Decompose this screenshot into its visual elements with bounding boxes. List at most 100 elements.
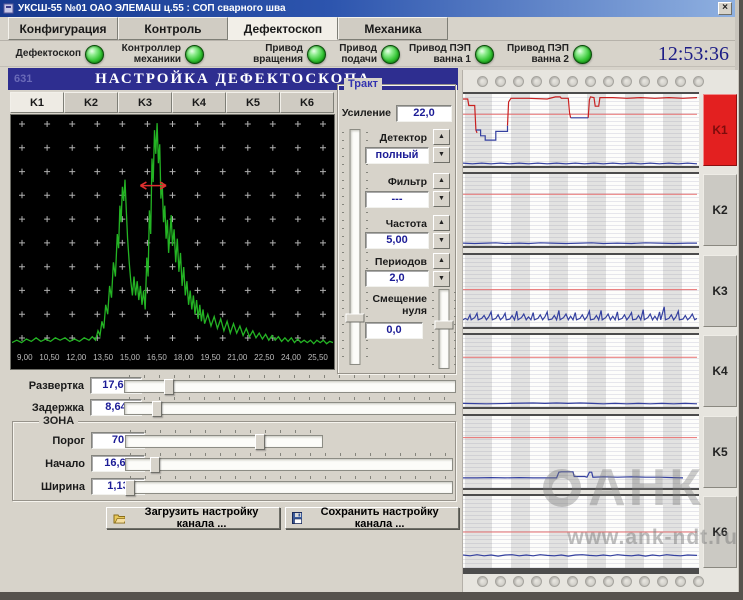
channel-tab-k4[interactable]: K4 xyxy=(172,92,226,113)
detektor-label: Детектор xyxy=(348,132,427,144)
channel-label-k5[interactable]: K5 xyxy=(703,416,737,488)
chastota-spinner: ▲ ▼ xyxy=(433,215,450,249)
perforation-hole xyxy=(621,76,632,87)
tab-defektoskop[interactable]: Дефектоскоп xyxy=(228,17,338,40)
perforation-hole xyxy=(495,576,506,587)
ascan-axis-label: 21,00 xyxy=(227,353,247,367)
tab-kontrol[interactable]: Контроль xyxy=(118,17,228,40)
ascan-axis-label: 15,00 xyxy=(120,353,140,367)
perforation-hole xyxy=(675,76,686,87)
nachalo-slider-thumb[interactable] xyxy=(150,457,160,473)
razvertka-slider[interactable] xyxy=(124,375,456,396)
filtr-label: Фильтр xyxy=(348,176,427,188)
spin-down-icon[interactable]: ▼ xyxy=(433,233,450,249)
strip-k4 xyxy=(463,333,699,409)
channel-tab-k2[interactable]: K2 xyxy=(64,92,118,113)
shirina-slider[interactable] xyxy=(125,476,453,497)
status-led-icon xyxy=(573,45,592,64)
perforation-hole xyxy=(477,576,488,587)
open-folder-icon xyxy=(113,513,125,524)
smeshenie-slider-thumb[interactable] xyxy=(435,321,454,330)
chastota-label: Частота xyxy=(348,218,427,230)
spin-up-icon[interactable]: ▲ xyxy=(433,253,450,269)
perforation-hole xyxy=(549,76,560,87)
channel-tab-k3[interactable]: K3 xyxy=(118,92,172,113)
tab-konfiguracija[interactable]: Конфигурация xyxy=(8,17,118,40)
strip-k5 xyxy=(463,414,699,490)
defectoscope-settings-panel: 631 НАСТРОЙКА ДЕФЕКТОСКОПА K1 K2 K3 K4 K… xyxy=(8,68,458,536)
channel-label-k2[interactable]: K2 xyxy=(703,174,737,246)
indicator-label: Привод ПЭП ванна 2 xyxy=(482,44,569,65)
channel-tab-k1[interactable]: K1 xyxy=(10,92,64,113)
periodov-label: Периодов xyxy=(348,256,427,268)
strip-k3 xyxy=(463,253,699,329)
ascan-axis-label: 25,50 xyxy=(308,353,328,367)
spin-down-icon[interactable]: ▼ xyxy=(433,191,450,207)
channel-tab-k6[interactable]: K6 xyxy=(280,92,334,113)
spin-up-icon[interactable]: ▲ xyxy=(433,215,450,231)
perforations-top xyxy=(477,76,704,87)
slider-ticks xyxy=(454,292,456,366)
perforation-hole xyxy=(657,576,668,587)
perforation-hole xyxy=(621,576,632,587)
spin-up-icon[interactable]: ▲ xyxy=(433,173,450,189)
channel-label-k6[interactable]: K6 xyxy=(703,496,737,568)
perforation-hole xyxy=(675,576,686,587)
strip-chart: K1 K2 K3 K4 K5 K6 АНК www.ank-ndt.ru xyxy=(462,70,738,592)
channel-label-k4[interactable]: K4 xyxy=(703,335,737,407)
porog-slider-thumb[interactable] xyxy=(255,434,265,450)
zaderzhka-slider-thumb[interactable] xyxy=(152,401,162,417)
channel-label-k1[interactable]: K1 xyxy=(703,94,737,166)
indicator-kontroller-mehaniki: Контроллер механики xyxy=(106,42,204,67)
trakt-group: Тракт Усиление 22,0 Детектор ▲ ▼ полный … xyxy=(337,84,456,374)
detektor-field[interactable]: полный xyxy=(365,147,429,164)
filtr-field[interactable]: --- xyxy=(365,191,429,208)
perforation-hole xyxy=(603,576,614,587)
ascan-axis-label: 12,00 xyxy=(66,353,86,367)
app-window: УКСШ-55 №01 ОАО ЭЛЕМАШ ц.55 : СОП сварно… xyxy=(0,0,739,592)
ascan-axis-label: 10,50 xyxy=(39,353,59,367)
perforations-bottom xyxy=(477,576,704,587)
smeshenie-field[interactable]: 0,0 xyxy=(365,322,423,339)
smeshenie-slider[interactable] xyxy=(432,289,456,369)
chastota-field[interactable]: 5,00 xyxy=(365,232,429,249)
perforation-hole xyxy=(657,76,668,87)
channel-tab-bar: K1 K2 K3 K4 K5 K6 xyxy=(10,92,334,113)
spin-down-icon[interactable]: ▼ xyxy=(433,271,450,287)
porog-slider[interactable] xyxy=(125,430,323,451)
nachalo-slider[interactable] xyxy=(125,453,453,474)
window-title: УКСШ-55 №01 ОАО ЭЛЕМАШ ц.55 : СОП сварно… xyxy=(18,3,714,14)
slider-track xyxy=(125,481,453,494)
spin-up-icon[interactable]: ▲ xyxy=(433,129,450,145)
perforation-hole xyxy=(693,76,704,87)
ascan-axis-label: 19,50 xyxy=(200,353,220,367)
razvertka-slider-thumb[interactable] xyxy=(164,379,174,395)
perforation-hole xyxy=(477,76,488,87)
detektor-spinner: ▲ ▼ xyxy=(433,129,450,163)
usilenie-field[interactable]: 22,0 xyxy=(396,105,452,122)
title-bar: УКСШ-55 №01 ОАО ЭЛЕМАШ ц.55 : СОП сварно… xyxy=(0,0,735,17)
app-icon xyxy=(3,3,14,14)
razvertka-label: Развертка xyxy=(12,380,84,392)
chart-bottom-bar xyxy=(463,570,699,574)
spin-down-icon[interactable]: ▼ xyxy=(433,147,450,163)
periodov-field[interactable]: 2,0 xyxy=(365,270,429,287)
ascan-display: 9,0010,5012,0013,5015,0016,5018,0019,502… xyxy=(10,114,335,370)
save-channel-settings-button[interactable]: Сохранить настройку канала ... xyxy=(285,507,459,529)
ascan-axis-label: 22,50 xyxy=(254,353,274,367)
slider-ticks xyxy=(342,132,344,362)
shirina-slider-thumb[interactable] xyxy=(125,480,135,496)
trakt-group-title: Тракт xyxy=(344,78,382,90)
tab-mehanika[interactable]: Механика xyxy=(338,17,448,40)
close-button[interactable]: × xyxy=(718,2,732,15)
perforation-hole xyxy=(549,576,560,587)
zaderzhka-slider[interactable] xyxy=(124,397,456,418)
nachalo-label: Начало xyxy=(13,458,85,470)
perforation-hole xyxy=(585,76,596,87)
perforation-hole xyxy=(531,576,542,587)
load-channel-settings-button[interactable]: Загрузить настройку канала ... xyxy=(106,507,280,529)
slider-track xyxy=(125,458,453,471)
indicator-label: Привод подачи xyxy=(312,44,377,65)
channel-label-k3[interactable]: K3 xyxy=(703,255,737,327)
channel-tab-k5[interactable]: K5 xyxy=(226,92,280,113)
